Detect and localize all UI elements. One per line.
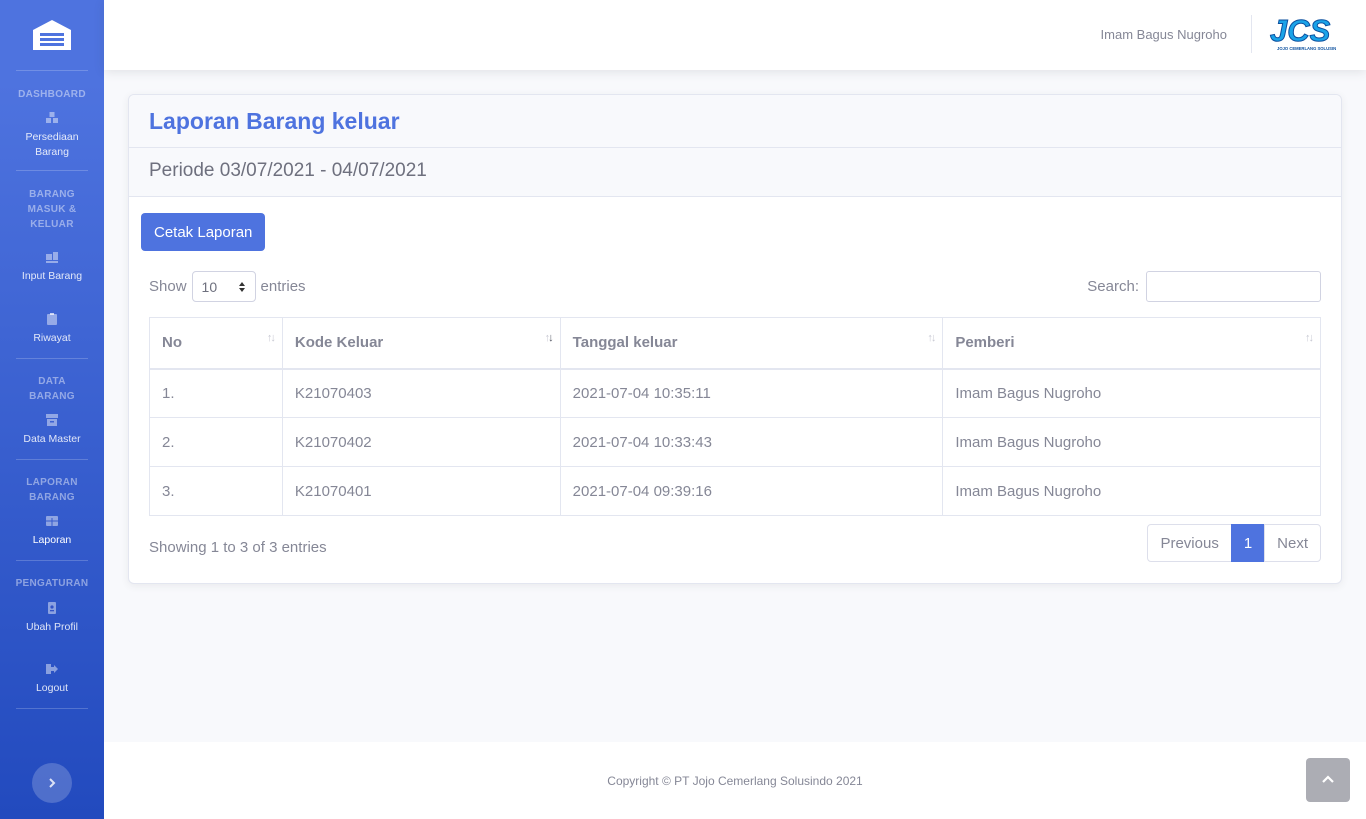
sidebar-item-label: Data Master — [23, 433, 81, 445]
sidebar-item-label: Persediaan Barang — [25, 131, 79, 158]
sidebar-heading-data-barang: DATA BARANG — [29, 376, 75, 402]
period-text: Periode 03/07/2021 - 04/07/2021 — [149, 160, 427, 181]
archive-icon — [46, 414, 58, 426]
sidebar-item-label: Laporan — [32, 534, 72, 546]
cell-no: 2. — [149, 417, 283, 467]
next-page-button[interactable]: Next — [1264, 524, 1321, 562]
sidebar-divider — [16, 708, 88, 709]
pagination: Previous 1 Next — [1147, 524, 1321, 562]
sidebar: DASHBOARD Persediaan Barang BARANG MASUK… — [0, 0, 104, 819]
sidebar-item-persediaan-barang[interactable]: Persediaan Barang — [0, 111, 104, 160]
cell-tanggal-keluar: 2021-07-04 10:35:11 — [559, 368, 944, 418]
chevron-up-icon — [1322, 775, 1334, 783]
sidebar-item-ubah-profil[interactable]: Ubah Profil — [0, 601, 104, 635]
sidebar-item-label: Input Barang — [21, 270, 83, 282]
chevron-right-icon — [49, 778, 56, 788]
table-row: 3. K21070401 2021-07-04 09:39:16 Imam Ba… — [149, 466, 1321, 516]
dolly-icon — [46, 252, 58, 263]
warehouse-icon — [33, 20, 71, 50]
sidebar-item-data-master[interactable]: Data Master — [0, 413, 104, 447]
sidebar-heading-barang-masuk-keluar: BARANG MASUK & KELUAR — [27, 189, 77, 230]
sidebar-toggle-button[interactable] — [32, 763, 72, 803]
entries-length-control: Show 10 entries — [149, 271, 306, 302]
table-row: 2. K21070402 2021-07-04 10:33:43 Imam Ba… — [149, 417, 1321, 467]
sidebar-item-laporan[interactable]: Laporan — [0, 514, 104, 548]
sidebar-heading-dashboard: DASHBOARD — [18, 89, 86, 100]
cell-pemberi: Imam Bagus Nugroho — [942, 368, 1321, 418]
cell-pemberi: Imam Bagus Nugroho — [942, 417, 1321, 467]
card-header: Laporan Barang keluar — [129, 95, 1341, 148]
cell-tanggal-keluar: 2021-07-04 09:39:16 — [559, 466, 944, 516]
card-period: Periode 03/07/2021 - 04/07/2021 — [129, 148, 1341, 197]
table-search: Search: — [1087, 271, 1321, 302]
sort-icon: ↑↓ — [1305, 332, 1314, 344]
id-badge-icon — [48, 602, 56, 614]
page-1-button[interactable]: 1 — [1230, 524, 1266, 562]
sidebar-item-label: Riwayat — [33, 332, 71, 344]
cell-kode-keluar: K21070402 — [281, 417, 561, 467]
topbar: Imam Bagus Nugroho JCS JOJO CEMERLANG SO… — [104, 0, 1366, 70]
sort-arrows-icon — [238, 281, 245, 292]
column-header-kode-keluar[interactable]: Kode Keluar ↑↓ — [281, 317, 561, 370]
column-header-tanggal-keluar[interactable]: Tanggal keluar ↑↓ — [559, 317, 944, 370]
report-table: No ↑↓ Kode Keluar ↑↓ Tanggal keluar ↑↓ Pemb… — [149, 317, 1321, 516]
user-name[interactable]: Imam Bagus Nugroho — [1101, 27, 1227, 42]
table-info: Showing 1 to 3 of 3 entries — [149, 539, 327, 556]
sidebar-item-label: Logout — [35, 682, 69, 694]
company-logo: JCS JOJO CEMERLANG SOLUSINDO — [1270, 13, 1337, 52]
header-label: Pemberi — [955, 334, 1015, 352]
report-card: Laporan Barang keluar Periode 03/07/2021… — [128, 94, 1342, 584]
search-input[interactable] — [1146, 271, 1321, 302]
cell-kode-keluar: K21070403 — [281, 368, 561, 418]
sidebar-item-riwayat[interactable]: Riwayat — [0, 312, 104, 346]
sort-icon: ↑↓ — [927, 332, 936, 344]
header-label: Tanggal keluar — [572, 334, 678, 352]
boxes-icon — [46, 112, 58, 123]
cell-no: 1. — [149, 368, 283, 418]
entries-length-select[interactable]: 10 — [191, 271, 256, 302]
table-row: 1. K21070403 2021-07-04 10:35:11 Imam Ba… — [149, 368, 1321, 418]
sidebar-item-input-barang[interactable]: Input Barang — [0, 250, 104, 284]
scroll-to-top-button[interactable] — [1306, 758, 1350, 802]
table-icon — [46, 516, 58, 526]
column-header-no[interactable]: No ↑↓ — [149, 317, 283, 370]
footer: Copyright © PT Jojo Cemerlang Solusindo … — [104, 742, 1366, 819]
svg-text:JCS: JCS — [1270, 13, 1331, 48]
cell-no: 3. — [149, 466, 283, 516]
show-label: Show — [149, 278, 187, 295]
print-report-button[interactable]: Cetak Laporan — [141, 213, 266, 251]
length-value: 10 — [201, 278, 218, 295]
entries-label: entries — [260, 278, 306, 295]
previous-page-button[interactable]: Previous — [1147, 524, 1232, 562]
topbar-divider — [1251, 15, 1252, 53]
search-label: Search: — [1087, 278, 1139, 295]
cell-kode-keluar: K21070401 — [281, 466, 561, 516]
copyright-text: Copyright © PT Jojo Cemerlang Solusindo … — [607, 773, 863, 788]
cell-pemberi: Imam Bagus Nugroho — [942, 466, 1321, 516]
cell-tanggal-keluar: 2021-07-04 10:33:43 — [559, 417, 944, 467]
header-label: No — [162, 334, 182, 352]
sidebar-item-label: Ubah Profil — [26, 621, 78, 633]
sort-desc-icon: ↑↓ — [544, 332, 554, 344]
column-header-pemberi[interactable]: Pemberi ↑↓ — [942, 317, 1321, 370]
sidebar-item-logout[interactable]: Logout — [0, 662, 104, 696]
sidebar-brand[interactable] — [0, 0, 104, 70]
page-title: Laporan Barang keluar — [149, 108, 400, 134]
svg-text:JOJO CEMERLANG SOLUSINDO: JOJO CEMERLANG SOLUSINDO — [1277, 46, 1336, 51]
sort-icon: ↑↓ — [266, 332, 276, 344]
sign-out-icon — [46, 664, 58, 674]
table-header-row: No ↑↓ Kode Keluar ↑↓ Tanggal keluar ↑↓ Pemb… — [149, 317, 1321, 370]
sidebar-heading-laporan-barang: LAPORAN BARANG — [26, 477, 78, 503]
clipboard-icon — [47, 313, 57, 325]
sidebar-heading-pengaturan: PENGATURAN — [15, 578, 89, 589]
header-label: Kode Keluar — [294, 334, 384, 352]
